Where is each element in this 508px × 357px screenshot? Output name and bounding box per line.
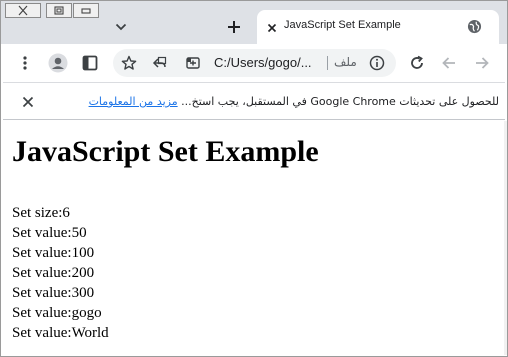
window-close-button[interactable] bbox=[5, 3, 41, 18]
infobar-close-button[interactable] bbox=[20, 94, 36, 110]
output-line-size: Set size:6 bbox=[12, 205, 70, 221]
output-line: Set value:World bbox=[12, 325, 109, 341]
close-icon bbox=[18, 5, 28, 16]
info-icon[interactable] bbox=[368, 54, 386, 72]
tab-active[interactable]: JavaScript Set Example bbox=[257, 10, 499, 44]
profile-button[interactable] bbox=[47, 52, 69, 74]
file-scheme-label: ملف bbox=[334, 55, 357, 69]
page-heading: JavaScript Set Example bbox=[12, 135, 319, 168]
update-infobar: للحصول على تحديثات Google Chrome في المس… bbox=[3, 82, 505, 120]
chevron-down-icon bbox=[115, 23, 127, 31]
output-line: Set value:300 bbox=[12, 285, 95, 301]
reload-icon bbox=[411, 55, 423, 69]
window-minimize-button[interactable] bbox=[73, 3, 99, 18]
back-button[interactable] bbox=[438, 52, 460, 74]
output-line: Set value:100 bbox=[12, 245, 95, 261]
menu-button[interactable] bbox=[14, 52, 36, 74]
side-panel-icon bbox=[82, 55, 98, 71]
infobar-message: للحصول على تحديثات Google Chrome في المس… bbox=[181, 95, 499, 108]
tab-title: JavaScript Set Example bbox=[284, 19, 401, 31]
forward-button[interactable] bbox=[471, 52, 493, 74]
tab-strip: JavaScript Set Example bbox=[0, 0, 508, 44]
browser-toolbar: C:/Users/gogo/... ملف bbox=[0, 44, 508, 82]
window-right-edge bbox=[504, 121, 507, 355]
url-separator bbox=[327, 56, 328, 70]
address-bar[interactable]: C:/Users/gogo/... ملف bbox=[113, 49, 396, 77]
tab-close-button[interactable] bbox=[265, 20, 279, 34]
side-panel-button[interactable] bbox=[79, 52, 101, 74]
avatar-icon bbox=[48, 53, 68, 73]
arrow-left-icon bbox=[442, 57, 455, 69]
output-lines: Set size:6 Set value:50 Set value:100 Se… bbox=[12, 203, 502, 343]
new-tab-button[interactable] bbox=[222, 16, 246, 38]
tab-search-button[interactable] bbox=[110, 17, 132, 37]
output-line: Set value:50 bbox=[12, 225, 87, 241]
output-line: Set value:gogo bbox=[12, 305, 102, 321]
more-vertical-icon bbox=[23, 56, 27, 70]
bookmark-star-icon[interactable] bbox=[120, 54, 138, 72]
output-line: Set value:200 bbox=[12, 265, 95, 281]
close-icon bbox=[22, 96, 34, 108]
install-app-icon[interactable] bbox=[184, 54, 202, 72]
globe-icon bbox=[467, 19, 482, 34]
infobar-message-line: للحصول على تحديثات Google Chrome في المس… bbox=[89, 95, 499, 108]
page-content: JavaScript Set Example Set size:6 Set va… bbox=[12, 132, 502, 343]
url-text[interactable]: C:/Users/gogo/... bbox=[214, 55, 312, 70]
close-icon bbox=[267, 23, 277, 33]
plus-icon bbox=[228, 21, 240, 33]
minimize-icon bbox=[81, 8, 91, 14]
restore-icon bbox=[54, 6, 64, 15]
share-icon[interactable] bbox=[151, 54, 169, 72]
window-restore-button[interactable] bbox=[46, 3, 72, 18]
arrow-right-icon bbox=[476, 57, 489, 69]
reload-button[interactable] bbox=[406, 52, 428, 74]
infobar-learn-more-link[interactable]: مزيد من المعلومات bbox=[89, 95, 178, 108]
